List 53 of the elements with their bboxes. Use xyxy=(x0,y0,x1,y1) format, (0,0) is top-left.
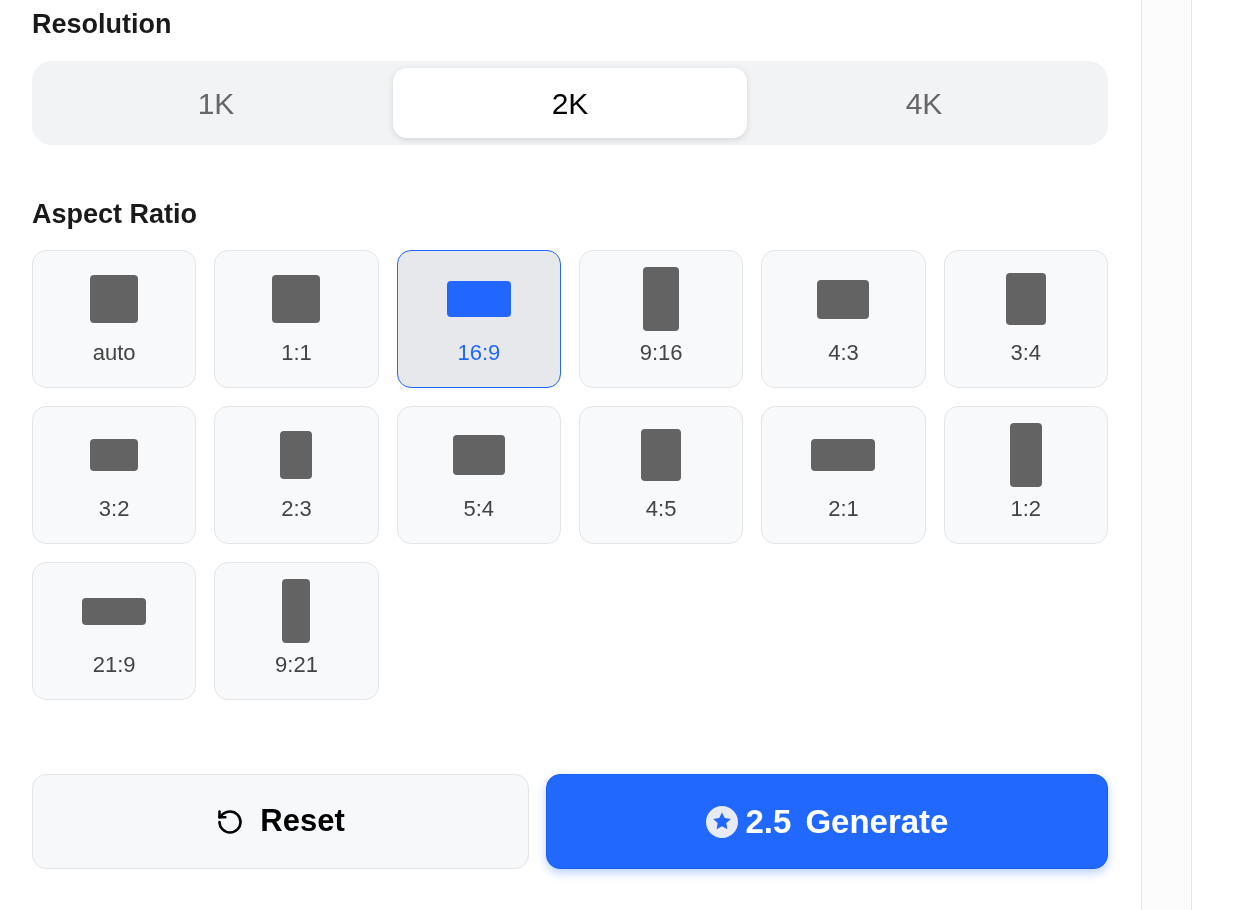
ratio-label: 4:3 xyxy=(828,341,859,365)
ratio-label: 5:4 xyxy=(463,497,495,521)
aspect-ratio-option[interactable]: 3:2 xyxy=(32,406,197,544)
ratio-shape-icon xyxy=(1005,273,1046,325)
section-heading: Aspect Ratio xyxy=(32,198,198,230)
ratio-label: 3:2 xyxy=(98,497,130,521)
ratio-shape-icon xyxy=(452,435,505,475)
aspect-ratio-option[interactable]: auto xyxy=(32,250,197,388)
aspect-ratio-option[interactable]: 5:4 xyxy=(396,406,561,544)
ratio-label: 16:9 xyxy=(457,341,501,365)
section-heading: Resolution xyxy=(32,8,172,40)
ratio-shape-icon xyxy=(643,267,680,331)
aspect-ratio-option[interactable]: 2:1 xyxy=(761,406,926,544)
ratio-shape-icon xyxy=(811,439,876,471)
ratio-label: auto xyxy=(92,341,136,365)
ratio-shape-icon xyxy=(1009,423,1042,487)
generate-button[interactable]: 2.5 Generate xyxy=(546,774,1108,869)
ratio-label: 1:1 xyxy=(281,341,312,365)
resolution-tab[interactable]: 2K xyxy=(393,68,747,138)
aspect-ratio-option[interactable]: 3:4 xyxy=(943,250,1108,388)
aspect-ratio-option[interactable]: 1:1 xyxy=(214,250,379,388)
ratio-shape-icon xyxy=(82,597,147,625)
resolution-tab[interactable]: 1K xyxy=(39,68,393,138)
reset-icon xyxy=(216,807,245,836)
ratio-label: 1:2 xyxy=(1010,497,1042,521)
reset-button[interactable]: Reset xyxy=(32,774,529,869)
ratio-label: 2:1 xyxy=(828,497,859,521)
ratio-shape-icon xyxy=(280,431,313,479)
ratio-label: 9:21 xyxy=(275,653,318,677)
star-coin-icon xyxy=(705,805,738,838)
ratio-shape-icon xyxy=(90,275,139,323)
ratio-label: 4:5 xyxy=(645,497,677,521)
aspect-ratio-option[interactable]: 9:21 xyxy=(214,562,379,700)
ratio-shape-icon xyxy=(272,275,321,323)
aspect-ratio-option[interactable]: 9:16 xyxy=(579,250,744,388)
aspect-ratio-option[interactable]: 1:2 xyxy=(943,406,1108,544)
ratio-label: 9:16 xyxy=(639,341,683,365)
aspect-ratio-option[interactable]: 21:9 xyxy=(32,562,197,700)
ratio-label: 21:9 xyxy=(92,653,136,677)
aspect-ratio-option[interactable]: 2:3 xyxy=(214,406,379,544)
generate-label: Generate xyxy=(805,801,949,842)
ratio-shape-icon xyxy=(641,429,682,481)
resolution-tab[interactable]: 4K xyxy=(747,68,1101,138)
ratio-shape-icon xyxy=(282,579,311,643)
credit-cost: 2.5 xyxy=(745,801,792,842)
ratio-label: 2:3 xyxy=(281,497,312,521)
ratio-shape-icon xyxy=(446,281,511,317)
aspect-ratio-option[interactable]: 16:9 xyxy=(396,250,561,388)
aspect-ratio-option[interactable]: 4:5 xyxy=(579,406,744,544)
aspect-ratio-option[interactable]: 4:3 xyxy=(761,250,926,388)
ratio-shape-icon xyxy=(90,439,139,471)
ratio-label: 3:4 xyxy=(1010,341,1042,365)
ratio-shape-icon xyxy=(817,279,870,319)
